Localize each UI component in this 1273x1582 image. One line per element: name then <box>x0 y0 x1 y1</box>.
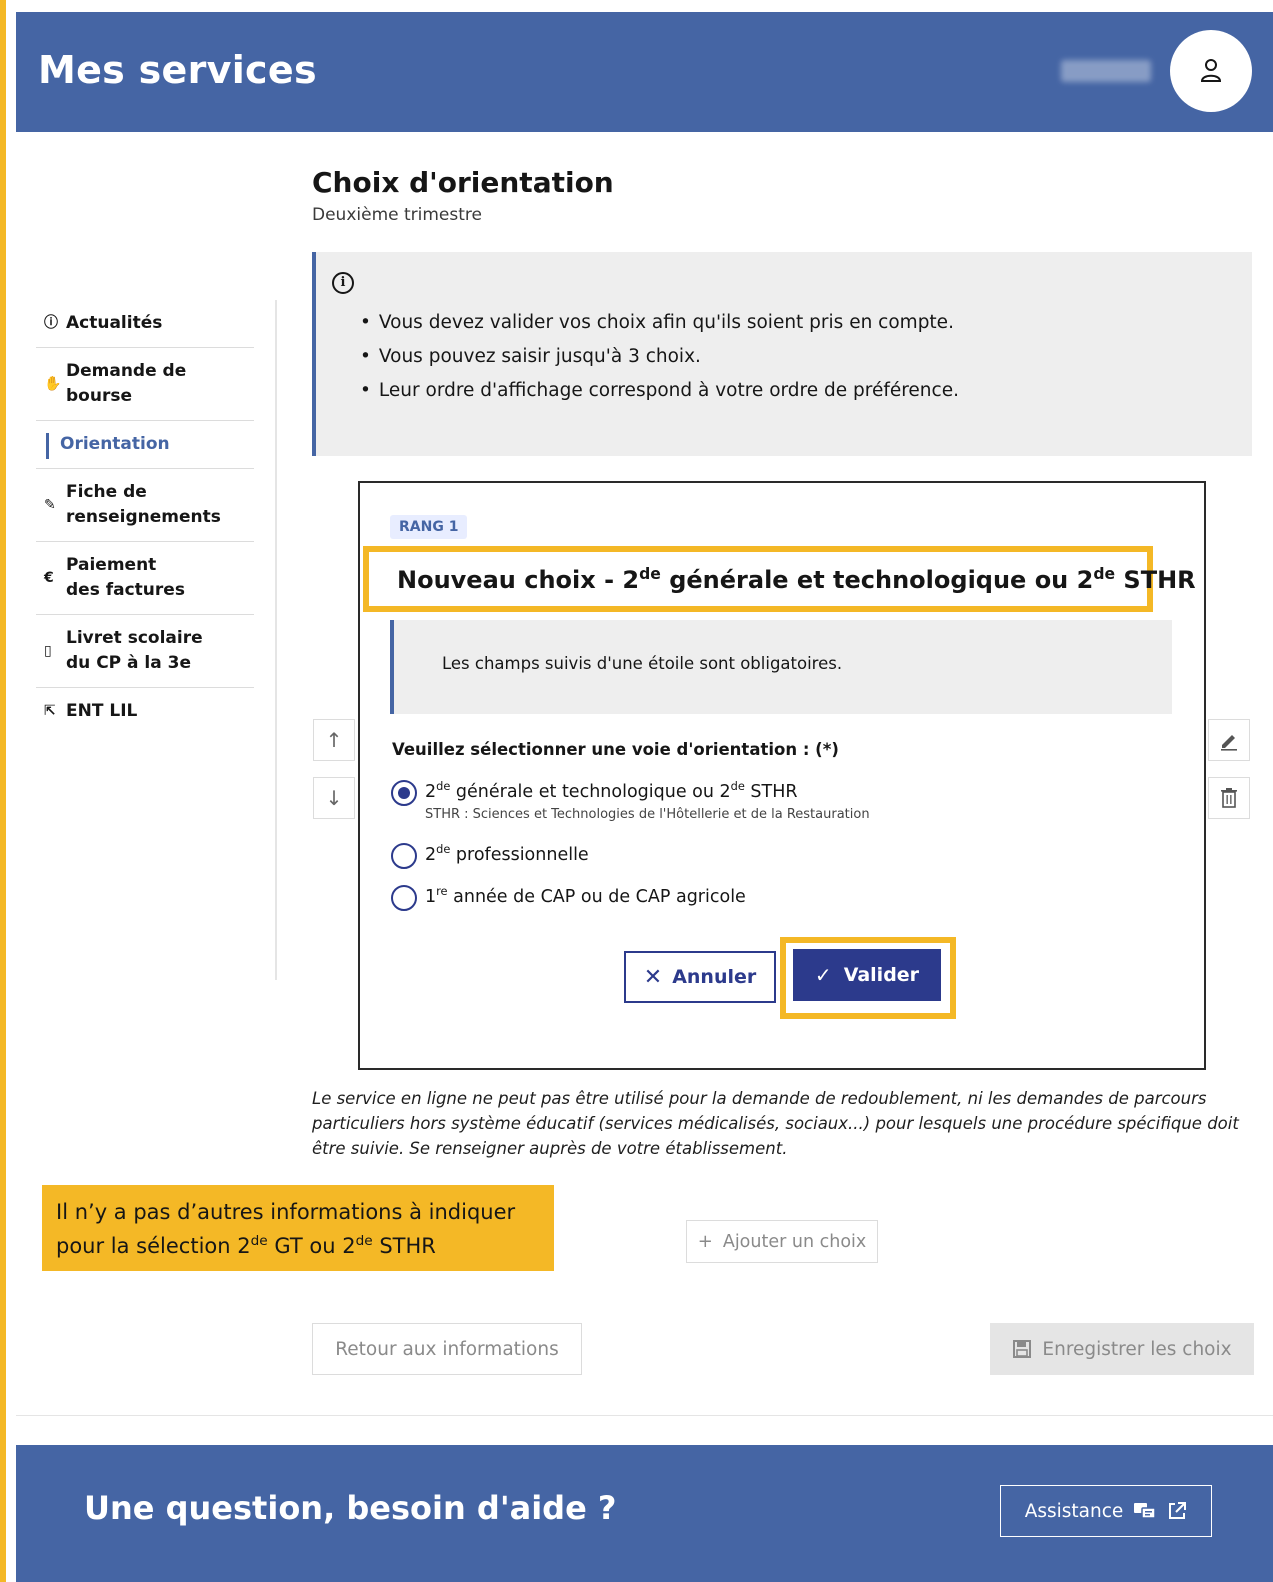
trash-icon <box>1221 788 1237 808</box>
info-list: Vous devez valider vos choix afin qu'ils… <box>360 312 959 414</box>
sidebar-item-label: ENT LIL <box>66 701 138 721</box>
app-title: Mes services <box>38 48 317 92</box>
sidebar-item-label: Fiche de renseignements <box>66 482 221 527</box>
edit-icon: ✎ <box>44 496 56 513</box>
rank-badge: RANG 1 <box>390 515 468 539</box>
save-icon <box>1013 1340 1032 1358</box>
add-choice-button[interactable]: + Ajouter un choix <box>686 1220 878 1263</box>
sidebar-item-actualites[interactable]: ⓘ Actualités <box>36 300 254 348</box>
footer-separator <box>16 1415 1273 1416</box>
validate-button[interactable]: ✓ Valider <box>793 949 941 1001</box>
check-icon: ✓ <box>814 963 832 987</box>
sidebar-item-demande-bourse[interactable]: ✋ Demande de bourse <box>36 348 254 421</box>
sidebar-item-paiement-factures[interactable]: € Paiement des factures <box>36 542 254 615</box>
info-bullet: Vous devez valider vos choix afin qu'ils… <box>360 312 959 333</box>
radio-option-gt-sthr[interactable]: 2de générale et technologique ou 2de STH… <box>391 780 870 824</box>
save-choices-button[interactable]: Enregistrer les choix <box>990 1323 1254 1375</box>
sidebar-divider <box>275 300 277 980</box>
notice-text: Les champs suivis d'une étoile sont obli… <box>442 654 843 673</box>
sidebar-item-ent-lil[interactable]: ⇱ ENT LIL <box>36 688 254 735</box>
modal-title-highlight: Nouveau choix - 2de générale et technolo… <box>363 546 1196 612</box>
modal-title: Nouveau choix - 2de générale et technolo… <box>397 565 1196 594</box>
move-up-button[interactable]: ↑ <box>313 719 355 761</box>
chat-support-icon <box>1134 1503 1157 1519</box>
sidebar-nav: ⓘ Actualités ✋ Demande de bourse Orienta… <box>36 300 254 735</box>
info-circle-icon: ⓘ <box>44 315 58 331</box>
radio-option-professionnelle[interactable]: 2de professionnelle <box>391 843 589 869</box>
move-down-button[interactable]: ↓ <box>313 777 355 819</box>
radio-button[interactable] <box>391 885 417 911</box>
help-footer: Une question, besoin d'aide ? Assistance <box>16 1445 1273 1582</box>
info-callout: i Vous devez valider vos choix afin qu'i… <box>312 252 1252 456</box>
radio-button[interactable] <box>391 780 417 806</box>
sidebar-item-label: Livret scolaire du CP à la 3e <box>66 628 203 673</box>
user-name <box>1061 60 1151 82</box>
radio-button[interactable] <box>391 843 417 869</box>
assistance-button[interactable]: Assistance <box>1000 1485 1212 1537</box>
user-avatar-button[interactable] <box>1170 30 1252 112</box>
choice-modal: RANG 1 Nouveau choix - 2de générale et t… <box>358 481 1206 1070</box>
radio-group-legend: Veuillez sélectionner une voie d'orienta… <box>392 740 839 759</box>
euro-icon: € <box>44 569 54 586</box>
sidebar-item-orientation[interactable]: Orientation <box>36 421 254 469</box>
user-icon <box>1200 59 1222 82</box>
external-link-icon <box>1169 1502 1187 1519</box>
disclaimer-text: Le service en ligne ne peut pas être uti… <box>312 1089 1239 1158</box>
external-link-icon: ⇱ <box>44 703 56 719</box>
plus-icon: + <box>697 1231 713 1252</box>
cancel-button[interactable]: ✕ Annuler <box>624 951 776 1003</box>
page-subtitle: Deuxième trimestre <box>312 205 482 225</box>
delete-choice-button[interactable] <box>1208 777 1250 819</box>
footer-title: Une question, besoin d'aide ? <box>84 1489 617 1527</box>
info-bullet: Vous pouvez saisir jusqu'à 3 choix. <box>360 346 959 367</box>
radio-label: 1re année de CAP ou de CAP agricole <box>425 884 746 907</box>
sidebar-item-label: Orientation <box>60 434 170 454</box>
page-title: Choix d'orientation <box>312 166 614 199</box>
sidebar-item-label: Actualités <box>66 313 163 333</box>
pencil-icon <box>1221 735 1237 751</box>
edit-choice-button[interactable] <box>1208 719 1250 761</box>
close-icon: ✕ <box>643 964 663 990</box>
radio-option-cap[interactable]: 1re année de CAP ou de CAP agricole <box>391 885 746 911</box>
sidebar-item-livret-scolaire[interactable]: ▯ Livret scolaire du CP à la 3e <box>36 615 254 688</box>
book-icon: ▯ <box>44 642 52 659</box>
hand-coins-icon: ✋ <box>44 375 62 392</box>
info-bullet: Leur ordre d'affichage correspond à votr… <box>360 380 959 401</box>
sidebar-item-label: Demande de bourse <box>66 361 187 406</box>
back-to-info-button[interactable]: Retour aux informations <box>312 1323 582 1375</box>
required-fields-notice: Les champs suivis d'une étoile sont obli… <box>390 620 1172 714</box>
top-header: Mes services <box>16 12 1273 132</box>
radio-label: 2de générale et technologique ou 2de STH… <box>425 779 870 822</box>
sidebar-item-label: Paiement des factures <box>66 555 185 600</box>
radio-hint: STHR : Sciences et Technologies de l'Hôt… <box>425 807 870 822</box>
info-icon: i <box>332 272 354 294</box>
radio-label: 2de professionnelle <box>425 842 589 865</box>
left-accent-stripe <box>0 0 6 1582</box>
sidebar-item-fiche-renseignements[interactable]: ✎ Fiche de renseignements <box>36 469 254 542</box>
annotation-callout: Il n’y a pas d’autres informations à ind… <box>42 1185 554 1271</box>
